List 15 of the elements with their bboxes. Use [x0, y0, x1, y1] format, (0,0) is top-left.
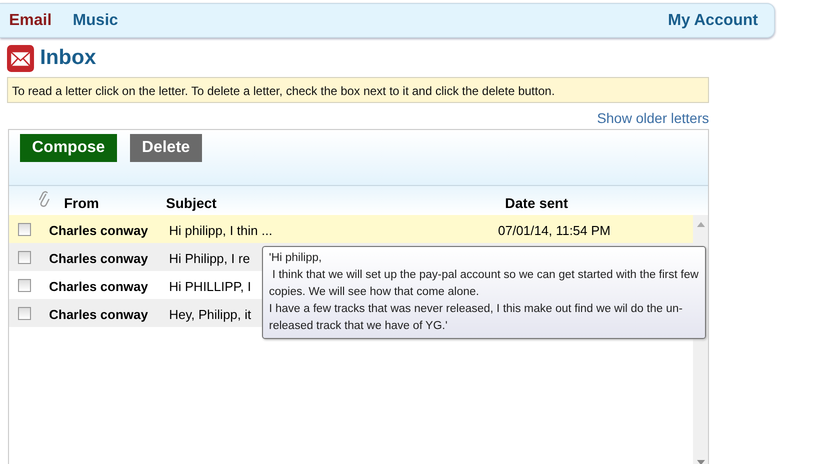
sender-cell: Charles conway [49, 279, 148, 294]
subject-cell: Hi PHILLIPP, I [169, 279, 252, 294]
sender-cell: Charles conway [49, 307, 148, 322]
sender-cell: Charles conway [49, 223, 148, 238]
subject-cell: Hi Philipp, I re [169, 251, 250, 266]
subject-cell: Hi philipp, I thin ... [169, 223, 272, 238]
column-header: Subject [166, 195, 217, 211]
column-header: Date sent [505, 195, 568, 211]
subject-cell: Hey, Philipp, it [169, 307, 252, 322]
page-title: Inbox [40, 46, 96, 70]
instructions-text: To read a letter click on the letter. To delete a letter, check the box next to it and click the delete button. [7, 77, 709, 103]
column-header: From [64, 195, 99, 211]
message-tooltip: 'Hi philipp, I think that we will set up the pay-pal account so we can get started with the first few copies. We will see how that come alone. I have a few tracks that was never released, I this make out find we wil do the un- released track that we have of YG.' [262, 246, 706, 339]
sender-cell: Charles conway [49, 251, 148, 266]
date-cell: 07/01/14, 11:54 PM [498, 223, 611, 238]
